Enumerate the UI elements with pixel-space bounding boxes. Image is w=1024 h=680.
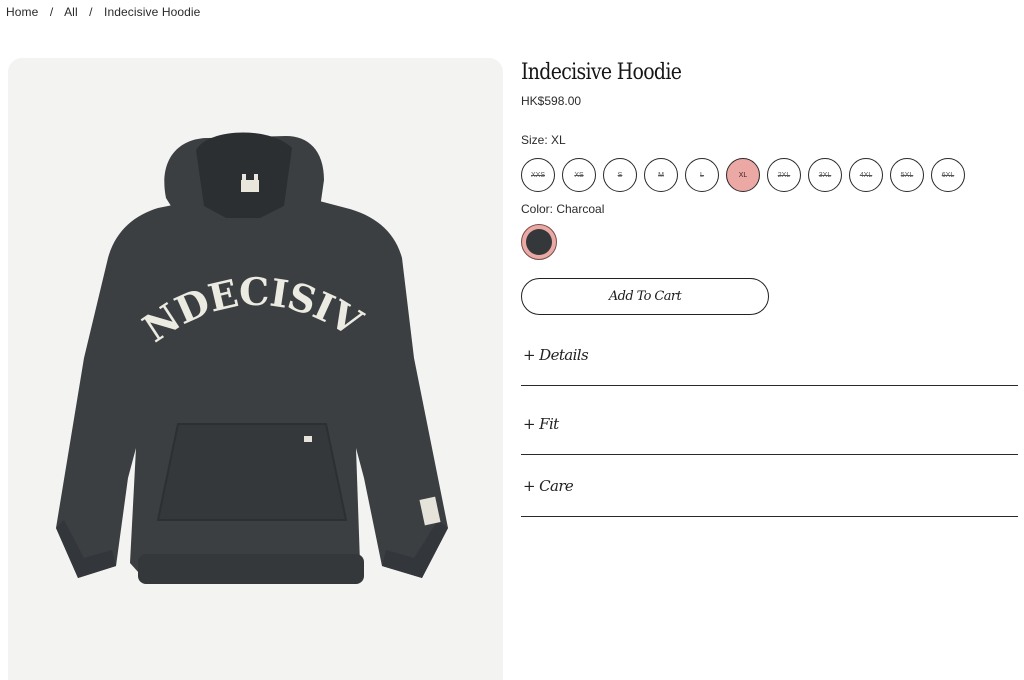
add-to-cart-button[interactable]: Add To Cart <box>521 278 769 315</box>
accordion-details[interactable]: + Details <box>521 346 1018 386</box>
hood-tag <box>241 180 259 192</box>
breadcrumb-home-link[interactable]: Home <box>6 5 38 19</box>
accordion-fit[interactable]: + Fit <box>521 415 1018 455</box>
size-option-m[interactable]: M <box>644 158 678 192</box>
accordion-care[interactable]: + Care <box>521 477 1018 517</box>
size-option-6xl[interactable]: 6XL <box>931 158 965 192</box>
breadcrumb-current: Indecisive Hoodie <box>104 5 201 19</box>
accordion-details-label: + Details <box>523 346 589 364</box>
breadcrumb-separator: / <box>49 5 54 19</box>
size-option-xxs[interactable]: XXS <box>521 158 555 192</box>
breadcrumb-all-link[interactable]: All <box>64 5 78 19</box>
size-label: Size: XL <box>521 133 566 147</box>
size-option-3xl[interactable]: 3XL <box>808 158 842 192</box>
product-price: HK$598.00 <box>521 94 582 108</box>
breadcrumb-separator: / <box>89 5 93 19</box>
size-selector: XXS XS S M L XL 2XL 3XL 4XL 5XL 6XL <box>521 158 965 192</box>
size-option-5xl[interactable]: 5XL <box>890 158 924 192</box>
size-option-xs[interactable]: XS <box>562 158 596 192</box>
size-option-4xl[interactable]: 4XL <box>849 158 883 192</box>
accordion-fit-label: + Fit <box>523 415 559 433</box>
size-option-s[interactable]: S <box>603 158 637 192</box>
product-title: Indecisive Hoodie <box>521 60 682 85</box>
accordion-care-label: + Care <box>523 477 574 495</box>
color-label: Color: Charcoal <box>521 202 605 216</box>
size-option-2xl[interactable]: 2XL <box>767 158 801 192</box>
swatch-dot <box>526 229 552 255</box>
breadcrumb: Home / All / Indecisive Hoodie <box>6 5 200 19</box>
size-option-xl[interactable]: XL <box>726 158 760 192</box>
color-swatch-charcoal[interactable] <box>521 224 557 260</box>
size-option-l[interactable]: L <box>685 158 719 192</box>
product-image: INDECISIVE <box>8 58 503 680</box>
hoodie-illustration: INDECISIVE <box>8 58 448 584</box>
